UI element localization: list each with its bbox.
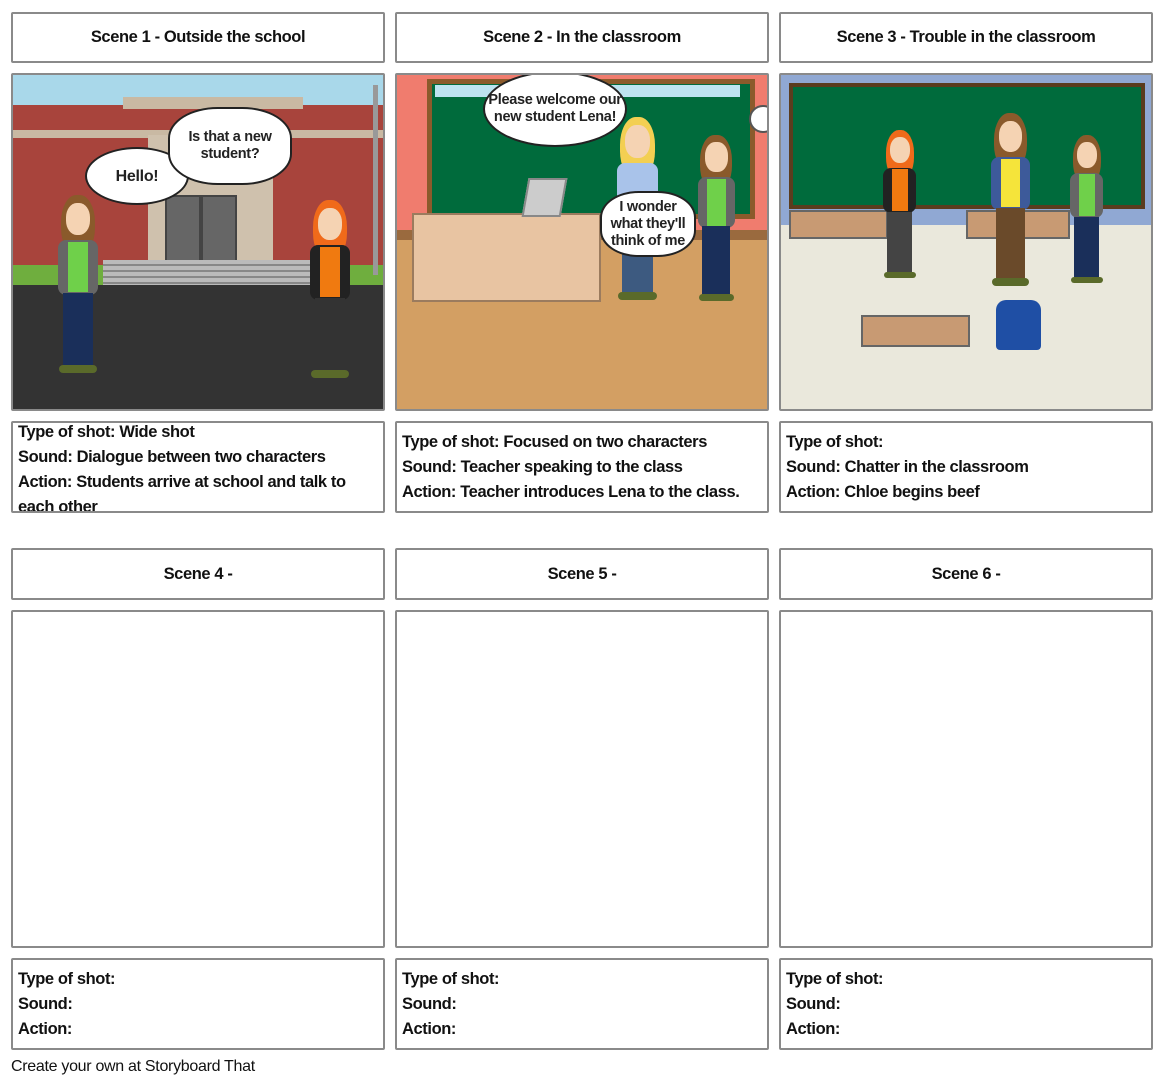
scene-4-title[interactable]: Scene 4 - <box>11 548 385 600</box>
scene-3-description[interactable]: Type of shot: Sound: Chatter in the clas… <box>779 421 1153 513</box>
scene-2-image[interactable]: Please welcome our new student Lena! I w… <box>395 73 769 411</box>
character-part <box>698 293 735 302</box>
chair-back <box>521 178 568 217</box>
character-part <box>891 169 909 211</box>
sound-text: Sound: Dialogue between two characters <box>18 448 326 466</box>
character-boy <box>305 200 355 380</box>
character-part <box>66 203 90 235</box>
character-part <box>68 242 88 292</box>
scene-1-description[interactable]: Type of shot: Wide shot Sound: Dialogue … <box>11 421 385 513</box>
scene-5-title[interactable]: Scene 5 - <box>395 548 769 600</box>
character-part <box>1078 174 1096 216</box>
stairs <box>103 260 313 285</box>
scene-5-image[interactable] <box>395 610 769 948</box>
character-part <box>315 298 345 373</box>
action-text: Action: <box>402 1019 457 1038</box>
shot-text: Type of shot: <box>18 969 116 988</box>
scene-6-description[interactable]: Type of shot: Sound: Action: <box>779 958 1153 1050</box>
character-lena <box>53 195 103 375</box>
sound-text: Sound: <box>18 994 73 1013</box>
character-part <box>320 247 340 297</box>
character-part <box>707 178 726 226</box>
sound-text: Sound: <box>786 994 841 1013</box>
teacher-desk <box>412 213 601 302</box>
character-part <box>995 208 1025 282</box>
desk <box>789 210 888 239</box>
thought-bubble-new-student: Is that a new student? <box>168 107 292 185</box>
shot-text: Type of shot: Wide shot <box>18 423 195 441</box>
character-part <box>618 291 658 300</box>
scene-5-description[interactable]: Type of shot: Sound: Action: <box>395 958 769 1050</box>
character-part <box>1071 276 1103 284</box>
scene-4-description[interactable]: Type of shot: Sound: Action: <box>11 958 385 1050</box>
footer-credit[interactable]: Create your own at Storyboard That <box>11 1058 255 1076</box>
flagpole <box>373 85 378 275</box>
character-lena <box>693 135 743 303</box>
speech-bubble-teacher: Please welcome our new student Lena! <box>483 75 627 147</box>
character-part <box>998 120 1022 152</box>
action-text: Action: <box>18 1019 73 1038</box>
character-part <box>1074 216 1100 280</box>
door-right <box>201 195 237 264</box>
character-part <box>884 271 916 279</box>
shot-text: Type of shot: <box>402 969 500 988</box>
desk <box>861 315 970 347</box>
action-text: Action: Chloe begins beef <box>786 482 980 501</box>
chair <box>996 300 1041 350</box>
character-part <box>63 293 93 368</box>
character-part <box>311 370 349 378</box>
character-boy <box>879 130 929 280</box>
sound-text: Sound: Teacher speaking to the class <box>402 457 683 476</box>
scene-1-title[interactable]: Scene 1 - Outside the school <box>11 12 385 63</box>
scene-6-title[interactable]: Scene 6 - <box>779 548 1153 600</box>
clock-icon <box>749 105 767 133</box>
scene-2-description[interactable]: Type of shot: Focused on two characters … <box>395 421 769 513</box>
scene-1-image[interactable]: Hello! Is that a new student? <box>11 73 385 411</box>
character-part <box>1076 141 1097 169</box>
character-part <box>887 211 913 275</box>
shot-text: Type of shot: Focused on two characters <box>402 432 707 451</box>
sound-text: Sound: <box>402 994 457 1013</box>
character-part <box>318 208 342 240</box>
scene-2-title[interactable]: Scene 2 - In the classroom <box>395 12 769 63</box>
scene-6-image[interactable] <box>779 610 1153 948</box>
character-part <box>889 136 910 164</box>
shot-text: Type of shot: <box>786 432 884 451</box>
character-part <box>991 278 1029 287</box>
shot-text: Type of shot: <box>786 969 884 988</box>
character-lena <box>1066 135 1116 285</box>
character-part <box>59 365 97 373</box>
action-text: Action: <box>786 1019 841 1038</box>
action-text: Action: Students arrive at school and ta… <box>18 473 346 513</box>
character-part <box>625 125 651 159</box>
character-chloe <box>986 113 1036 288</box>
sound-text: Sound: Chatter in the classroom <box>786 457 1029 476</box>
character-part <box>705 142 728 173</box>
action-text: Action: Teacher introduces Lena to the c… <box>402 482 740 501</box>
thought-bubble-lena: I wonder what they'll think of me <box>600 191 696 257</box>
scene-3-image[interactable] <box>779 73 1153 411</box>
scene-3-title[interactable]: Scene 3 - Trouble in the classroom <box>779 12 1153 63</box>
scene-4-image[interactable] <box>11 610 385 948</box>
character-part <box>702 226 731 297</box>
door-left <box>165 195 201 264</box>
character-part <box>1000 158 1021 208</box>
